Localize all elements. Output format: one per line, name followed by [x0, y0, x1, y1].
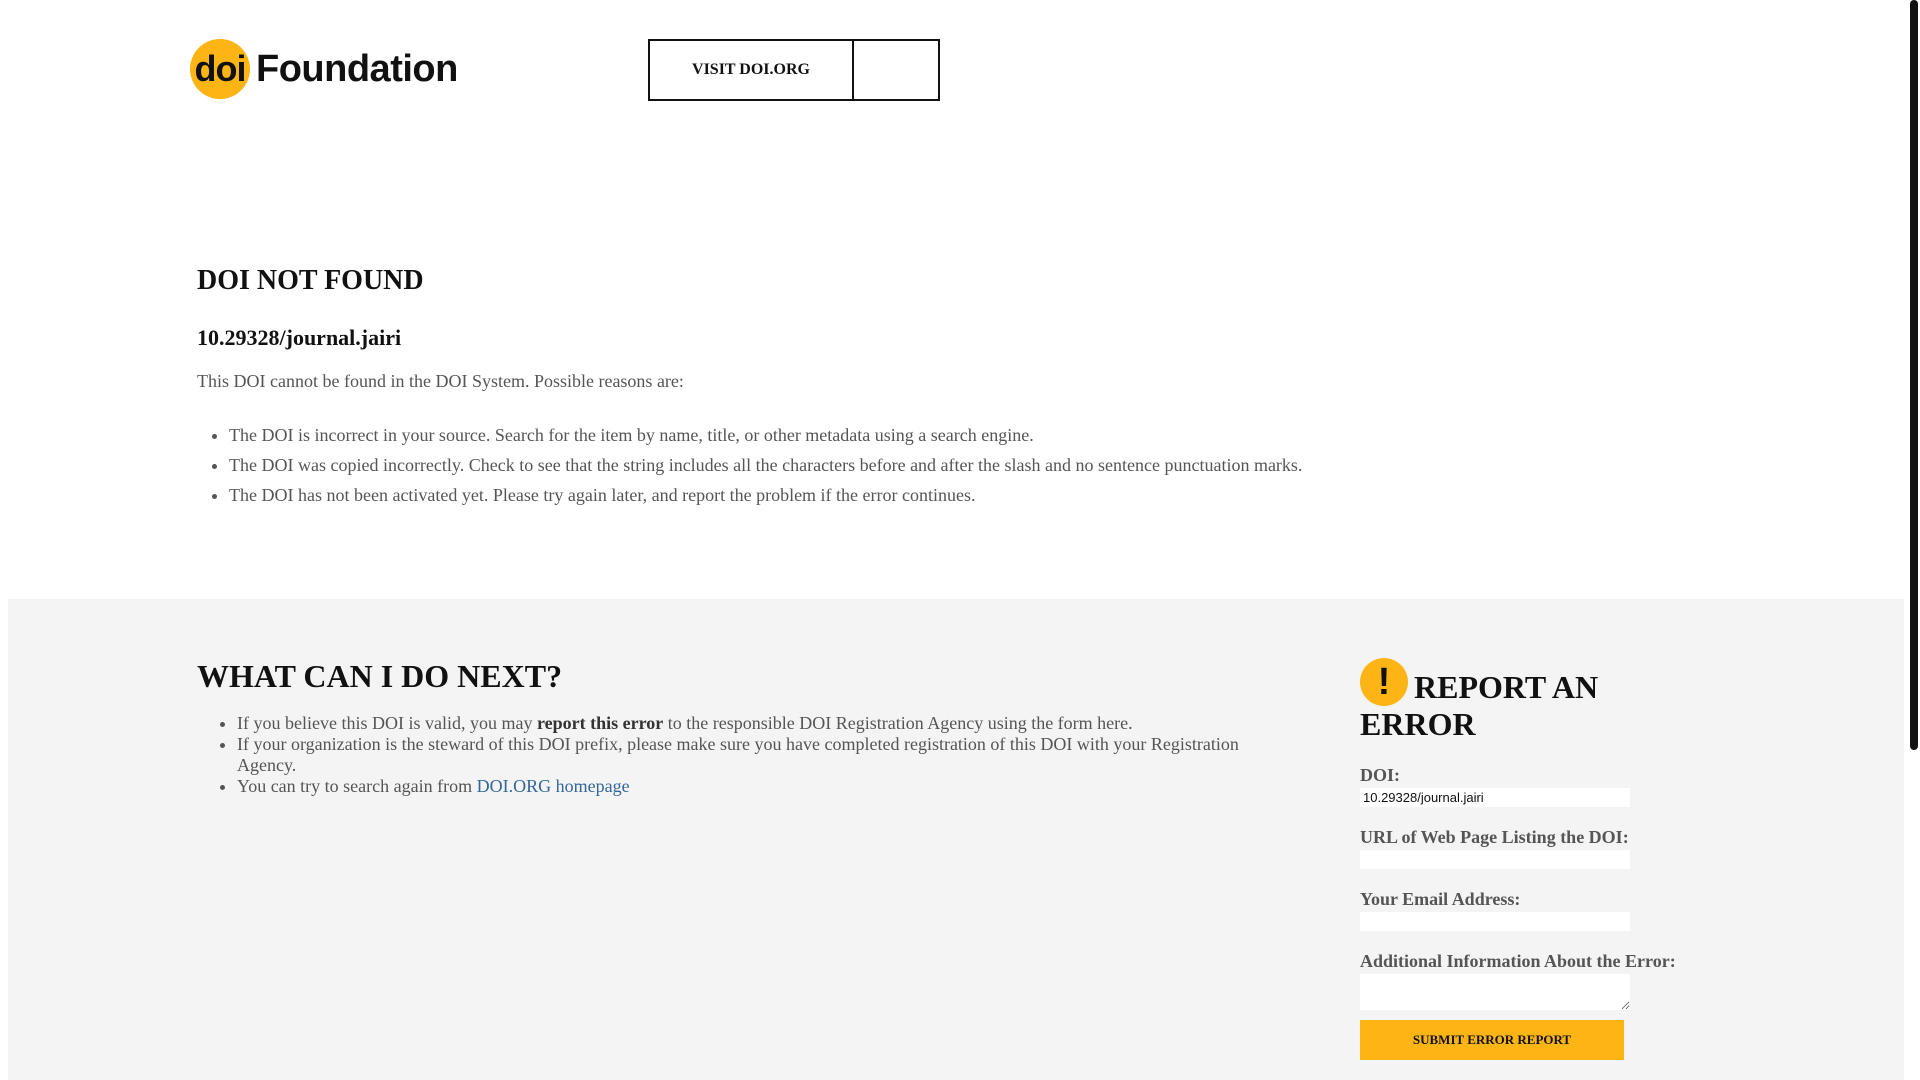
- list-item: You can try to search again from DOI.ORG…: [237, 776, 1277, 797]
- next-title: WHAT CAN I DO NEXT?: [197, 658, 563, 694]
- doi-heading: 10.29328/journal.jairi: [197, 325, 402, 350]
- reasons-list: The DOI is incorrect in your source. Sea…: [197, 420, 1397, 510]
- url-label: URL of Web Page Listing the DOI:: [1360, 827, 1629, 847]
- email-label: Your Email Address:: [1360, 889, 1521, 909]
- list-item: The DOI is incorrect in your source. Sea…: [229, 420, 1397, 450]
- item-text: You can try to search again from: [237, 776, 477, 796]
- next-list: If you believe this DOI is valid, you ma…: [197, 713, 1277, 797]
- doi-org-homepage-link[interactable]: DOI.ORG homepage: [477, 776, 630, 796]
- submit-error-report-button[interactable]: SUBMIT ERROR REPORT: [1360, 1020, 1624, 1060]
- scrollbar-thumb[interactable]: [1910, 0, 1918, 750]
- item-text: to the responsible DOI Registration Agen…: [663, 713, 1133, 733]
- page: doi Foundation VISIT DOI.ORG DOI NOT FOU…: [0, 0, 1920, 1080]
- what-next: WHAT CAN I DO NEXT? If you believe this …: [197, 658, 1277, 797]
- page-title: DOI NOT FOUND: [197, 265, 424, 296]
- list-item: The DOI has not been activated yet. Plea…: [229, 480, 1397, 510]
- doi-foundation-logo[interactable]: doi Foundation: [190, 38, 458, 100]
- report-error-emphasis: report this error: [536, 713, 664, 733]
- exclamation-icon: !: [1360, 658, 1408, 706]
- logo-word: Foundation: [256, 47, 458, 90]
- info-textarea[interactable]: [1360, 974, 1630, 1010]
- report-title: ! REPORT AN ERROR: [1360, 658, 1700, 743]
- doi-input[interactable]: [1360, 788, 1630, 807]
- list-item: The DOI was copied incorrectly. Check to…: [229, 450, 1397, 480]
- list-item: If your organization is the steward of t…: [237, 734, 1277, 776]
- visit-doi-org-button[interactable]: VISIT DOI.ORG: [648, 39, 854, 101]
- item-text: If you believe this DOI is valid, you ma…: [237, 713, 537, 733]
- main-content: DOI NOT FOUND 10.29328/journal.jairi Thi…: [197, 265, 1397, 510]
- list-item: If you believe this DOI is valid, you ma…: [237, 713, 1277, 734]
- info-label: Additional Information About the Error:: [1360, 951, 1676, 971]
- logo-mark: doi: [190, 39, 250, 99]
- report-error-form: !REPORT AN ERROR DOI: URL of Web Page Li…: [1360, 658, 1700, 1060]
- header-nav: VISIT DOI.ORG: [648, 39, 940, 101]
- url-input[interactable]: [1360, 850, 1630, 869]
- intro-text: This DOI cannot be found in the DOI Syst…: [197, 371, 684, 391]
- email-input[interactable]: [1360, 912, 1630, 931]
- doi-label: DOI:: [1360, 765, 1400, 785]
- menu-button[interactable]: [854, 39, 940, 101]
